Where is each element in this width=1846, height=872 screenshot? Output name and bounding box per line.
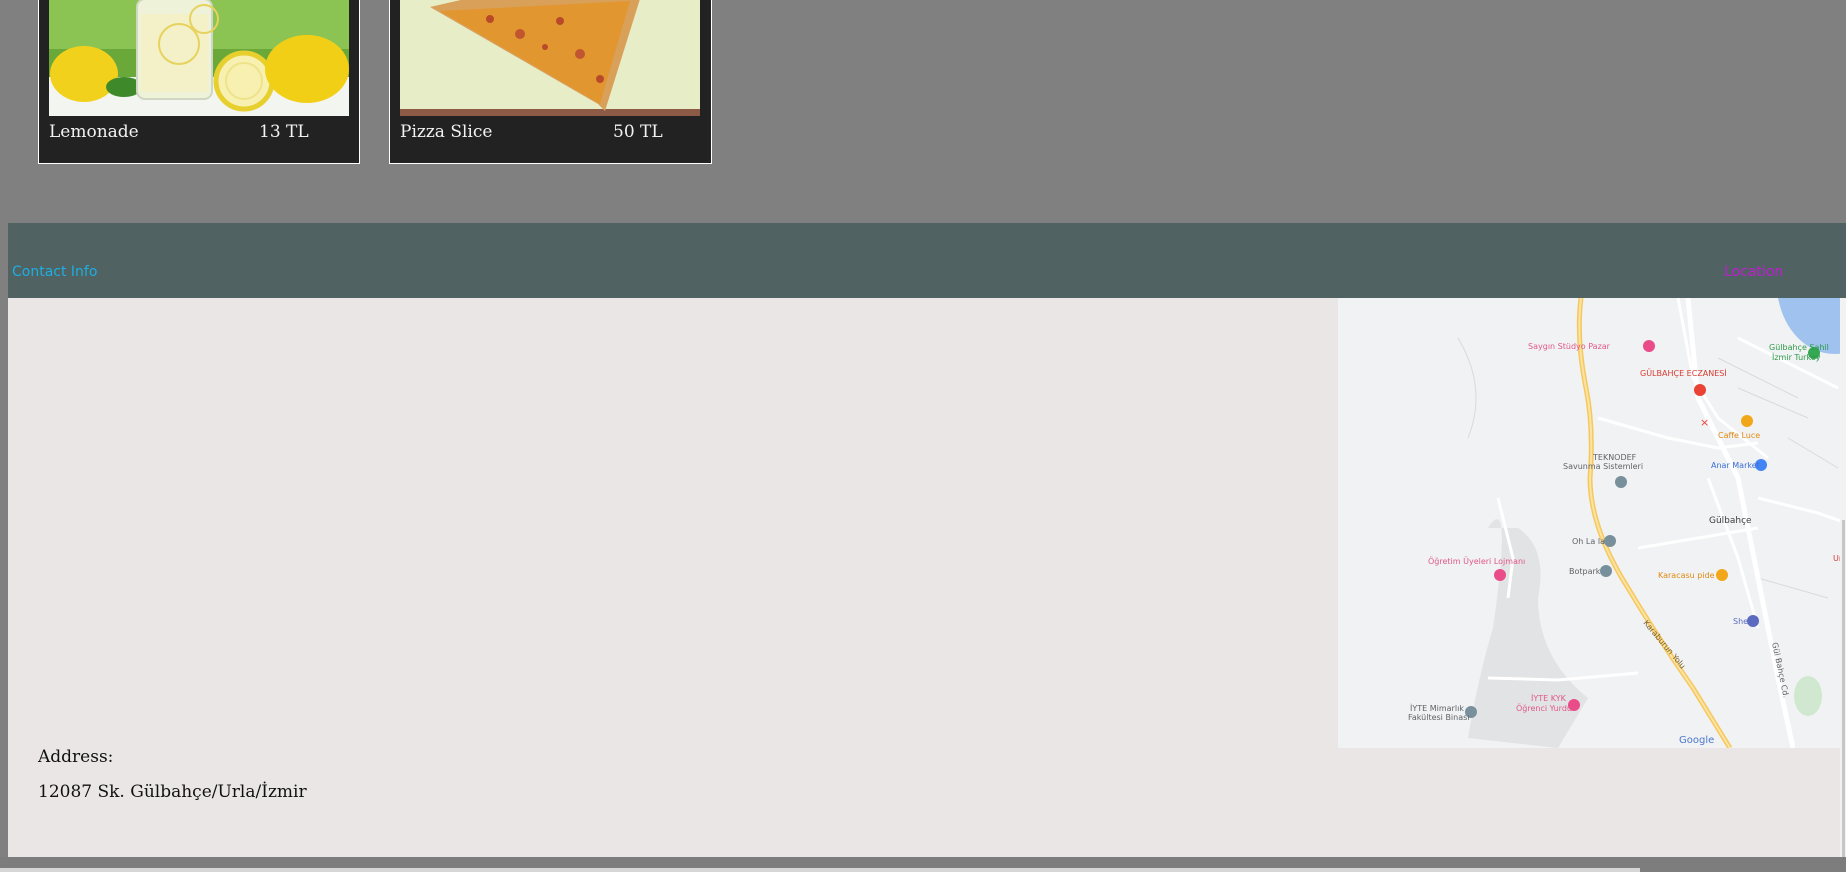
menu-card-pizza-slice: Pizza Slice 50 TL <box>389 0 712 164</box>
map-label: İYTE Mimarlık <box>1410 703 1464 713</box>
map-label: Öğretim Üyeleri Lojmanı <box>1428 556 1525 566</box>
contact-section: × Saygın Stüdyo Pazar GÜLBAHÇE ECZANESİ … <box>8 298 1846 857</box>
map-label: Saygın Stüdyo Pazar <box>1528 342 1611 351</box>
pizza-slice-image <box>400 0 700 116</box>
location-map[interactable]: × Saygın Stüdyo Pazar GÜLBAHÇE ECZANESİ … <box>1338 298 1846 748</box>
map-label: İYTE KYK <box>1531 693 1567 703</box>
lemonade-image <box>49 0 349 116</box>
location-heading: Location <box>1724 264 1784 280</box>
svg-text:×: × <box>1700 416 1709 429</box>
google-logo: Google <box>1679 735 1714 746</box>
menu-card-lemonade: Lemonade 13 TL <box>38 0 360 164</box>
menu-item-name: Pizza Slice <box>400 122 493 142</box>
map-label: Fakültesi Binası <box>1408 713 1470 722</box>
vertical-scrollbar-thumb[interactable] <box>1842 520 1845 857</box>
map-label: Caffe Luce <box>1718 431 1760 440</box>
contact-info-heading: Contact Info <box>12 264 98 280</box>
address-label: Address: <box>38 747 114 767</box>
map-label: Savunma Sistemleri <box>1563 462 1643 471</box>
menu-item-price: 50 TL <box>613 122 663 142</box>
menu-item-price: 13 TL <box>259 122 309 142</box>
menu-item-name: Lemonade <box>49 122 139 142</box>
map-label: İzmir Turkey <box>1772 352 1821 362</box>
map-label: Shell <box>1733 617 1753 626</box>
map-label: Öğrenci Yurdu <box>1516 703 1572 713</box>
address-value: 12087 Sk. Gülbahçe/Urla/İzmir <box>38 782 307 802</box>
contact-header: Contact Info Location <box>8 223 1846 298</box>
map-label: Gülbahçe Sahil <box>1769 343 1829 352</box>
horizontal-scrollbar-thumb[interactable] <box>0 868 1640 872</box>
map-label: Anar Market <box>1711 461 1760 470</box>
map-label: Gülbahçe <box>1709 516 1752 526</box>
map-label: Botpark <box>1569 567 1601 576</box>
map-label: TEKNODEF <box>1592 453 1637 462</box>
map-label: GÜLBAHÇE ECZANESİ <box>1640 368 1727 378</box>
map-label: Karacasu pide <box>1658 571 1715 580</box>
map-label: Oh La la <box>1572 537 1605 546</box>
